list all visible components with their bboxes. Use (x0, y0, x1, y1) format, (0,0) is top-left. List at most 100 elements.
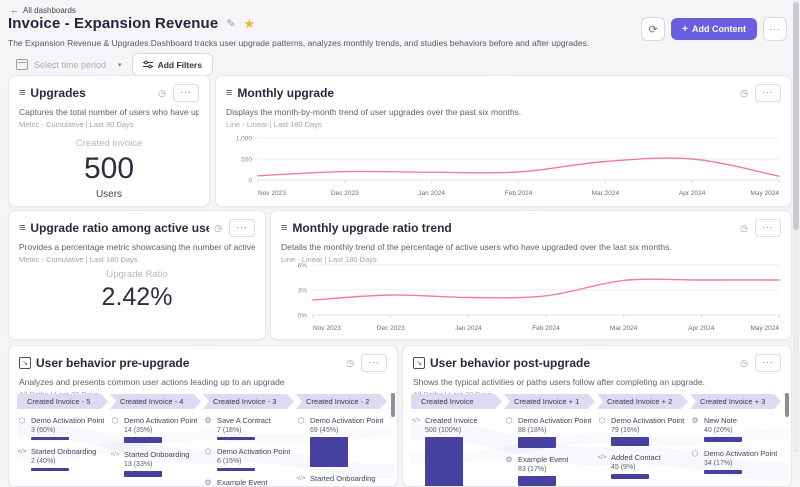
flow-step-header[interactable]: Created Invoice + 1 (504, 394, 595, 409)
path-item-count: 7 (18%) (217, 427, 242, 434)
favorite-star-icon[interactable]: ★ (243, 16, 255, 32)
card-title[interactable]: Upgrade ratio among active users (30, 221, 209, 235)
path-item-bar (611, 474, 649, 479)
flow-step-column: Created Invoice + 2 ⬡ Demo Activation Poin… (597, 394, 690, 486)
path-item-bar (611, 437, 649, 446)
card-more-button[interactable]: ··· (755, 84, 781, 102)
card-monthly-upgrade: ······ ≡ Monthly upgrade ◷ ··· Displays … (215, 75, 792, 207)
path-item-count: 88 (18%) (518, 427, 547, 434)
path-item-bar (124, 471, 162, 477)
path-item[interactable]: ⬡ Demo Activation Point 14 (35%) (110, 416, 203, 443)
page-scrollbar-thumb[interactable] (793, 2, 799, 230)
flow-step-column: Created Invoice - 5 ⬡ Demo Activation Poin… (17, 394, 110, 486)
card-more-button[interactable]: ··· (173, 84, 199, 102)
dashboard-more-button[interactable]: ··· (763, 17, 787, 41)
flow-step-header[interactable]: Created Invoice + 3 (690, 394, 781, 409)
gear-icon: ⚙ (204, 415, 212, 425)
insights-icon: ≡ (19, 86, 26, 99)
path-item-count: 500 (100%) (425, 427, 462, 434)
flow-step-header[interactable]: Created Invoice (411, 394, 502, 409)
path-item-count: 3 (60%) (31, 427, 56, 434)
path-item-name: Created Invoice (425, 416, 478, 425)
card-title[interactable]: Upgrades (30, 86, 85, 100)
card-more-button[interactable]: ··· (229, 219, 255, 237)
card-scrollbar-thumb[interactable] (391, 393, 395, 417)
path-item[interactable]: </> Started Onboarding 2 (40%) (17, 447, 110, 471)
path-item[interactable]: </> Added Contact 45 (9%) (597, 453, 690, 479)
path-item[interactable]: ⚙ Save A Contract 7 (18%) (203, 416, 296, 440)
svg-text:Mar 2024: Mar 2024 (592, 190, 620, 197)
ratio-trend-chart: 6% 3% 0% Nov 2023 Dec 2023 Jan 2024 Feb 2024 Ma… (281, 257, 783, 335)
card-more-button[interactable]: ··· (755, 354, 781, 372)
path-item[interactable]: ⬡ Demo Activation Point 3 (60%) (17, 416, 110, 440)
more-icon: ··· (769, 24, 781, 34)
path-item[interactable]: ⚙ Example Event (203, 478, 296, 486)
path-item-name: Started Onboarding (310, 474, 376, 483)
path-item[interactable]: ⬡ Demo Activation Point 69 (45%) (296, 416, 389, 467)
back-label: All dashboards (23, 5, 76, 15)
code-icon: </> (296, 475, 306, 482)
card-upgrade-ratio: ······ ≡ Upgrade ratio among active user… (8, 210, 266, 340)
path-item[interactable]: ⚙ New Note 40 (20%) (690, 416, 783, 442)
path-item[interactable]: </> Started Onboarding 13 (33%) (110, 450, 203, 477)
path-item-name: Started Onboarding (124, 450, 190, 459)
refresh-button[interactable]: ⟳ (641, 17, 666, 41)
plus-icon: + (682, 23, 688, 35)
path-item[interactable]: ⚙ Example Event 83 (17%) (504, 455, 597, 486)
monthly-upgrade-chart: 1,000 500 0 Nov 2023 Dec 2023 Jan 2024 Feb 202… (226, 130, 783, 200)
path-item-name: New Note (704, 416, 737, 425)
path-item-bar (518, 476, 556, 486)
card-more-button[interactable]: ··· (755, 219, 781, 237)
card-title[interactable]: User behavior pre-upgrade (36, 356, 189, 370)
add-content-button[interactable]: + Add Content (671, 18, 757, 40)
flow-step-header[interactable]: Created Invoice - 5 (17, 394, 108, 409)
svg-text:Mar 2024: Mar 2024 (610, 325, 638, 332)
path-item-name: Save A Contract (217, 416, 271, 425)
card-title[interactable]: Monthly upgrade (237, 86, 334, 100)
flows-icon: ↘ (413, 357, 425, 369)
metric-label: Created Invoice (75, 138, 143, 149)
cube-icon: ⬡ (505, 415, 513, 425)
cube-icon: ⬡ (297, 415, 305, 425)
path-item-bar (425, 437, 463, 486)
path-item-name: Demo Activation Point (704, 449, 777, 458)
time-period-select[interactable]: Select time period ▾ (16, 55, 122, 75)
path-item[interactable]: </> Started Onboarding (296, 474, 389, 483)
card-upgrades: ······ ≡ Upgrades ◷ ··· Captures the tot… (8, 75, 210, 207)
back-to-dashboards-link[interactable]: ← All dashboards (10, 5, 76, 15)
path-item-count: 45 (9%) (611, 464, 636, 471)
path-item[interactable]: </> Created Invoice 500 (100%) (411, 416, 504, 486)
code-icon: </> (597, 454, 607, 461)
flow-step-header[interactable]: Created Invoice - 4 (110, 394, 201, 409)
path-item-bar (217, 468, 255, 471)
card-more-button[interactable]: ··· (361, 354, 387, 372)
card-description: Shows the typical activities or paths us… (413, 377, 705, 387)
card-scrollbar-thumb[interactable] (785, 393, 789, 417)
edit-title-icon[interactable]: ✎ (226, 17, 235, 30)
pre-upgrade-flow: Created Invoice - 5 ⬡ Demo Activation Poin… (17, 394, 394, 486)
add-filters-button[interactable]: Add Filters (131, 53, 213, 76)
path-item[interactable]: ⬡ Demo Activation Point 34 (17%) (690, 449, 783, 474)
card-title[interactable]: User behavior post-upgrade (430, 356, 590, 370)
flow-step-header[interactable]: Created Invoice + 2 (597, 394, 688, 409)
path-item-bar (31, 468, 69, 471)
metric-value: 500 (83, 152, 135, 185)
path-item-count: 79 (16%) (611, 427, 640, 434)
flow-step-column: Created Invoice + 3 ⚙ New Note 40 (20%) ⬡ Dem… (690, 394, 783, 486)
flow-step-column: Created Invoice - 2 ⬡ Demo Activation Poin… (296, 394, 389, 486)
flow-step-header[interactable]: Created Invoice - 3 (203, 394, 294, 409)
card-description: Captures the total number of users who h… (19, 107, 199, 117)
path-item-bar (518, 437, 556, 448)
clock-icon: ◷ (346, 357, 354, 368)
path-item[interactable]: ⬡ Demo Activation Point 88 (18%) (504, 416, 597, 448)
flow-step-header[interactable]: Created Invoice - 2 (296, 394, 387, 409)
path-item-name: Demo Activation Point (611, 416, 684, 425)
card-title[interactable]: Monthly upgrade ratio trend (292, 221, 451, 235)
svg-text:Apr 2024: Apr 2024 (679, 190, 706, 197)
svg-text:Jan 2024: Jan 2024 (455, 325, 482, 332)
path-item[interactable]: ⬡ Demo Activation Point 79 (16%) (597, 416, 690, 446)
path-item[interactable]: ⬡ Demo Activation Point 6 (15%) (203, 447, 296, 471)
svg-text:Feb 2024: Feb 2024 (505, 190, 533, 197)
caret-down-icon: ▾ (118, 61, 122, 69)
svg-text:May 2024: May 2024 (750, 190, 779, 197)
